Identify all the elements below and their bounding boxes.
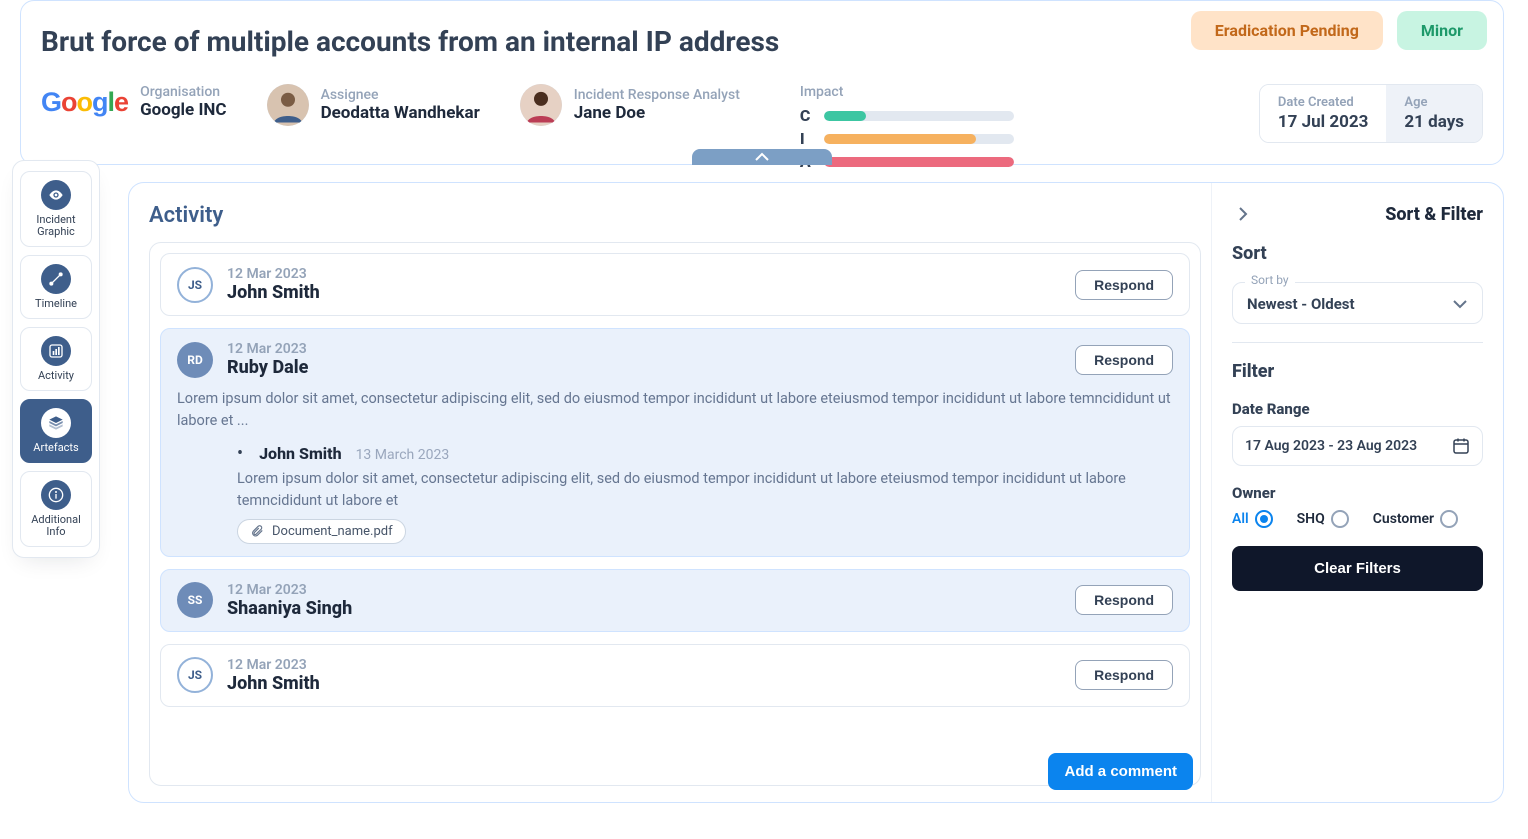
organisation-label: Organisation <box>140 84 227 100</box>
nav-label: Timeline <box>35 298 77 310</box>
entry-body: Lorem ipsum dolor sit amet, consectetur … <box>177 388 1173 433</box>
status-badges: Eradication Pending Minor <box>1191 11 1487 50</box>
entry-date: 12 Mar 2023 <box>227 266 320 282</box>
owner-radio-customer[interactable]: Customer <box>1373 510 1458 528</box>
reply-date: 13 March 2023 <box>356 447 450 463</box>
collapse-handle[interactable] <box>692 149 832 165</box>
sort-filter-title: Sort & Filter <box>1385 204 1483 225</box>
avatar: JS <box>177 267 213 303</box>
analyst-value: Jane Doe <box>574 103 740 123</box>
analyst-avatar <box>520 84 562 126</box>
filter-column: Sort & Filter Sort Sort by Newest - Olde… <box>1211 183 1503 802</box>
calendar-icon <box>1452 437 1470 455</box>
organisation-block: Google Organisation Google INC <box>41 84 227 120</box>
entry-author: John Smith <box>227 282 320 303</box>
side-nav: IncidentGraphic Timeline Activity Artefacts… <box>12 160 100 558</box>
activity-entry: JS 12 Mar 2023John Smith Respond <box>160 253 1190 316</box>
owner-radio-shq[interactable]: SHQ <box>1297 510 1349 528</box>
add-comment-button[interactable]: Add a comment <box>1048 753 1193 790</box>
reply-author: John Smith <box>259 444 341 463</box>
attachment-name: Document_name.pdf <box>272 524 393 539</box>
respond-button[interactable]: Respond <box>1075 345 1173 375</box>
nav-label: AdditionalInfo <box>31 514 81 538</box>
reply-body: Lorem ipsum dolor sit amet, consectetur … <box>237 468 1173 513</box>
organisation-value: Google INC <box>140 100 227 120</box>
nav-item-incident-graphic[interactable]: IncidentGraphic <box>20 171 92 247</box>
status-badge: Eradication Pending <box>1191 11 1383 50</box>
nav-label: Artefacts <box>33 442 78 454</box>
chevron-down-icon <box>1452 299 1468 309</box>
divider <box>1232 342 1483 343</box>
analyst-block: Incident Response Analyst Jane Doe <box>520 84 740 126</box>
impact-i: I <box>800 129 1014 148</box>
nav-item-activity[interactable]: Activity <box>20 327 92 391</box>
nav-item-artefacts[interactable]: Artefacts <box>20 399 92 463</box>
nav-label: Activity <box>38 370 74 382</box>
activity-title: Activity <box>149 203 1201 228</box>
entry-reply: •John Smith13 March 2023Lorem ipsum dolo… <box>177 443 1173 544</box>
activity-column: Activity JS12 Mar 2023John SmithRespondR… <box>129 183 1211 802</box>
analyst-label: Incident Response Analyst <box>574 87 740 103</box>
entry-date: 12 Mar 2023 <box>227 341 308 357</box>
respond-button[interactable]: Respond <box>1075 270 1173 300</box>
age-value: 21 days <box>1404 112 1464 132</box>
date-created-label: Date Created <box>1278 95 1369 110</box>
activity-entry: JS 12 Mar 2023John Smith Respond <box>160 644 1190 707</box>
filter-section-title: Filter <box>1232 361 1483 382</box>
sort-by-legend: Sort by <box>1245 273 1295 287</box>
nav-item-additional-info[interactable]: AdditionalInfo <box>20 471 92 547</box>
avatar: RD <box>177 342 213 378</box>
impact-c: C <box>800 106 1014 125</box>
incident-header: Brut force of multiple accounts from an … <box>20 0 1504 165</box>
age-label: Age <box>1404 95 1464 110</box>
entry-date: 12 Mar 2023 <box>227 657 320 673</box>
chart-icon <box>41 336 71 366</box>
date-range-value: 17 Aug 2023 - 23 Aug 2023 <box>1245 438 1417 454</box>
sort-by-select[interactable]: Sort by Newest - Oldest <box>1232 282 1483 324</box>
attachment-chip[interactable]: Document_name.pdf <box>237 519 406 544</box>
date-range-input[interactable]: 17 Aug 2023 - 23 Aug 2023 <box>1232 426 1483 466</box>
owner-radio-all[interactable]: All <box>1232 510 1273 528</box>
layers-icon <box>41 408 71 438</box>
assignee-block: Assignee Deodatta Wandhekar <box>267 84 480 126</box>
entry-author: John Smith <box>227 673 320 694</box>
date-created-value: 17 Jul 2023 <box>1278 112 1369 132</box>
eye-icon <box>41 180 71 210</box>
nav-label: IncidentGraphic <box>36 214 75 238</box>
impact-label: Impact <box>800 84 1014 100</box>
google-logo: Google <box>41 87 128 118</box>
assignee-value: Deodatta Wandhekar <box>321 103 480 123</box>
assignee-label: Assignee <box>321 87 480 103</box>
date-age-block: Date Created 17 Jul 2023 Age 21 days <box>1259 84 1483 143</box>
severity-badge: Minor <box>1397 11 1487 50</box>
owner-radio-group: All SHQ Customer <box>1232 510 1483 528</box>
clear-filters-button[interactable]: Clear Filters <box>1232 546 1483 591</box>
nav-item-timeline[interactable]: Timeline <box>20 255 92 319</box>
owner-label: Owner <box>1232 484 1483 502</box>
respond-button[interactable]: Respond <box>1075 660 1173 690</box>
info-icon <box>41 480 71 510</box>
path-icon <box>41 264 71 294</box>
date-range-label: Date Range <box>1232 400 1483 418</box>
activity-entry: RD 12 Mar 2023Ruby Dale Respond Lorem ipsum… <box>160 328 1190 557</box>
activity-scroll[interactable]: JS12 Mar 2023John SmithRespondRD12 Mar 2… <box>149 242 1201 786</box>
sort-by-value: Newest - Oldest <box>1247 295 1355 313</box>
filter-collapse-icon[interactable] <box>1232 203 1254 225</box>
entry-author: Ruby Dale <box>227 357 308 378</box>
activity-entry: SS 12 Mar 2023Shaaniya Singh Respond <box>160 569 1190 632</box>
avatar: SS <box>177 582 213 618</box>
assignee-avatar <box>267 84 309 126</box>
entry-date: 12 Mar 2023 <box>227 582 352 598</box>
paperclip-icon <box>250 524 264 538</box>
main-panel: Activity JS12 Mar 2023John SmithRespondR… <box>128 182 1504 803</box>
avatar: JS <box>177 657 213 693</box>
entry-author: Shaaniya Singh <box>227 598 352 619</box>
respond-button[interactable]: Respond <box>1075 585 1173 615</box>
sort-section-title: Sort <box>1232 243 1483 264</box>
